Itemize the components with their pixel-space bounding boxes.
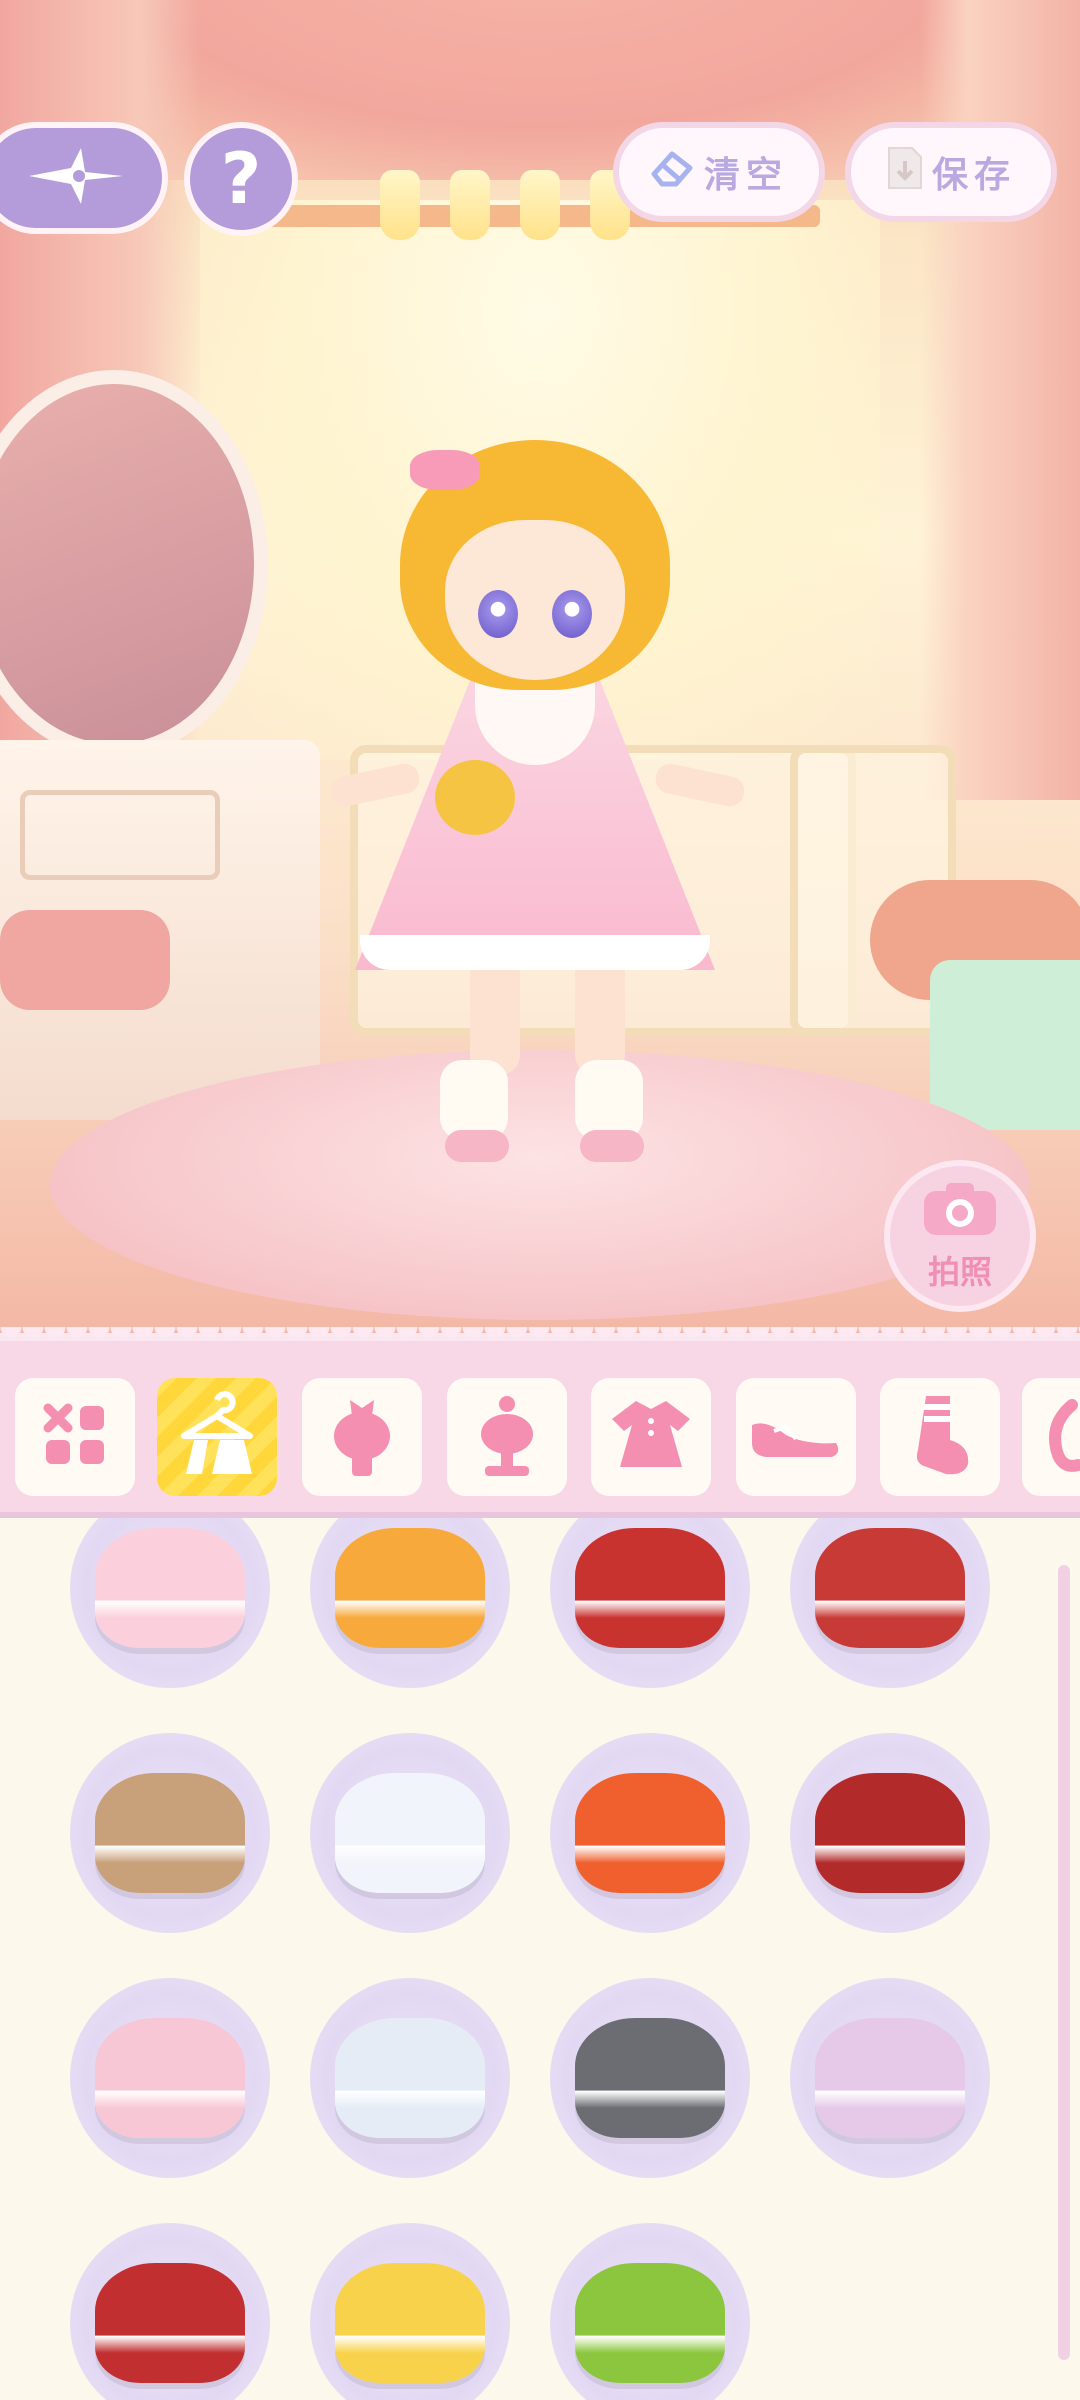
bear-purse xyxy=(435,760,515,835)
outfit-item-red-qipao-dress[interactable] xyxy=(790,1733,990,1933)
outfit-item-white-bridal-dress[interactable] xyxy=(310,1733,510,1933)
curtain-right xyxy=(920,0,1080,800)
dress-icon xyxy=(606,1395,696,1479)
grid-scrollbar[interactable] xyxy=(1058,1565,1070,2360)
document-download-icon xyxy=(886,145,924,200)
character-sock xyxy=(575,1060,643,1140)
outfit-hanger-icon xyxy=(172,1390,262,1484)
photo-button[interactable]: 拍照 xyxy=(884,1160,1036,1312)
tab-dress[interactable] xyxy=(591,1378,711,1496)
outfit-item-red-bow-dress[interactable] xyxy=(70,2223,270,2400)
outfit-thumbnail xyxy=(335,2018,485,2138)
vanity-stool xyxy=(0,910,170,1010)
socks-icon xyxy=(900,1390,980,1484)
character-leg xyxy=(470,965,520,1075)
gift-box xyxy=(930,960,1080,1130)
outfit-thumbnail xyxy=(575,1773,725,1893)
compass-star-icon xyxy=(19,144,129,212)
outfit-thumbnail xyxy=(575,1528,725,1648)
outfit-thumbnail xyxy=(575,2263,725,2383)
outfit-item-green-pinafore-dress[interactable] xyxy=(550,2223,750,2400)
eraser-icon xyxy=(650,148,696,197)
outfit-thumbnail xyxy=(95,1528,245,1648)
shoes-icon xyxy=(746,1405,846,1469)
all-grid-icon xyxy=(40,1400,110,1474)
tab-shoes[interactable] xyxy=(736,1378,856,1496)
help-question-label: ? xyxy=(220,138,262,220)
save-button[interactable]: 保存 xyxy=(845,122,1057,222)
tab-accessory[interactable] xyxy=(447,1378,567,1496)
character-leg xyxy=(575,965,625,1075)
stage-bulb xyxy=(380,170,420,240)
back-button[interactable] xyxy=(0,122,168,234)
photo-label: 拍照 xyxy=(927,1253,992,1291)
outfit-thumbnail xyxy=(815,1773,965,1893)
dress-frill xyxy=(360,935,710,970)
vanity-drawer xyxy=(20,790,220,880)
bag-icon xyxy=(1042,1395,1080,1479)
outfit-item-brown-coat-outfit[interactable] xyxy=(70,1733,270,1933)
outfit-item-orange-chinese-outfit[interactable] xyxy=(550,1733,750,1933)
tab-outfit[interactable] xyxy=(157,1378,277,1496)
character-sock xyxy=(440,1060,508,1140)
tab-socks[interactable] xyxy=(880,1378,1000,1496)
accessory-icon xyxy=(467,1390,547,1484)
outfit-thumbnail xyxy=(335,2263,485,2383)
outfit-thumbnail xyxy=(95,1773,245,1893)
tab-bag[interactable] xyxy=(1022,1378,1080,1496)
character-eye xyxy=(478,590,518,638)
camera-icon xyxy=(920,1179,1000,1247)
save-label: 保存 xyxy=(931,155,1016,196)
outfit-item-pastel-lolita-dress[interactable] xyxy=(790,1978,990,2178)
stage-bulb xyxy=(520,170,560,240)
outfit-item-red-christmas-dress[interactable] xyxy=(550,1518,750,1688)
clear-label: 清空 xyxy=(703,155,788,196)
outfit-item-grid xyxy=(0,1518,1080,2400)
stage-bulb xyxy=(450,170,490,240)
help-button[interactable]: ? xyxy=(184,122,298,236)
category-tab-bar xyxy=(0,1327,1080,1518)
outfit-thumbnail xyxy=(95,2263,245,2383)
character-face xyxy=(445,520,625,680)
outfit-item-blue-white-suit[interactable] xyxy=(310,1978,510,2178)
outfit-item-pink-bunny-dress[interactable] xyxy=(70,1978,270,2178)
outfit-item-duck-hoodie-outfit[interactable] xyxy=(310,1518,510,1688)
outfit-item-pink-white-dress[interactable] xyxy=(70,1518,270,1688)
round-rug xyxy=(50,1050,1030,1320)
tab-hair[interactable] xyxy=(302,1378,422,1496)
character-shoe xyxy=(445,1130,509,1162)
tab-all[interactable] xyxy=(15,1378,135,1496)
outfit-thumbnail xyxy=(335,1528,485,1648)
outfit-thumbnail xyxy=(575,2018,725,2138)
character-shoe xyxy=(580,1130,644,1162)
outfit-item-grey-suit[interactable] xyxy=(550,1978,750,2178)
outfit-item-red-fur-dress[interactable] xyxy=(790,1518,990,1688)
outfit-thumbnail xyxy=(335,1773,485,1893)
outfit-thumbnail xyxy=(95,2018,245,2138)
hair-bow xyxy=(410,450,480,490)
clear-button[interactable]: 清空 xyxy=(613,122,825,222)
outfit-item-yellow-chick-dress[interactable] xyxy=(310,2223,510,2400)
outfit-thumbnail xyxy=(815,2018,965,2138)
lace-edge xyxy=(0,1327,1080,1349)
character-eye xyxy=(552,590,592,638)
outfit-thumbnail xyxy=(815,1528,965,1648)
hair-icon xyxy=(322,1390,402,1484)
